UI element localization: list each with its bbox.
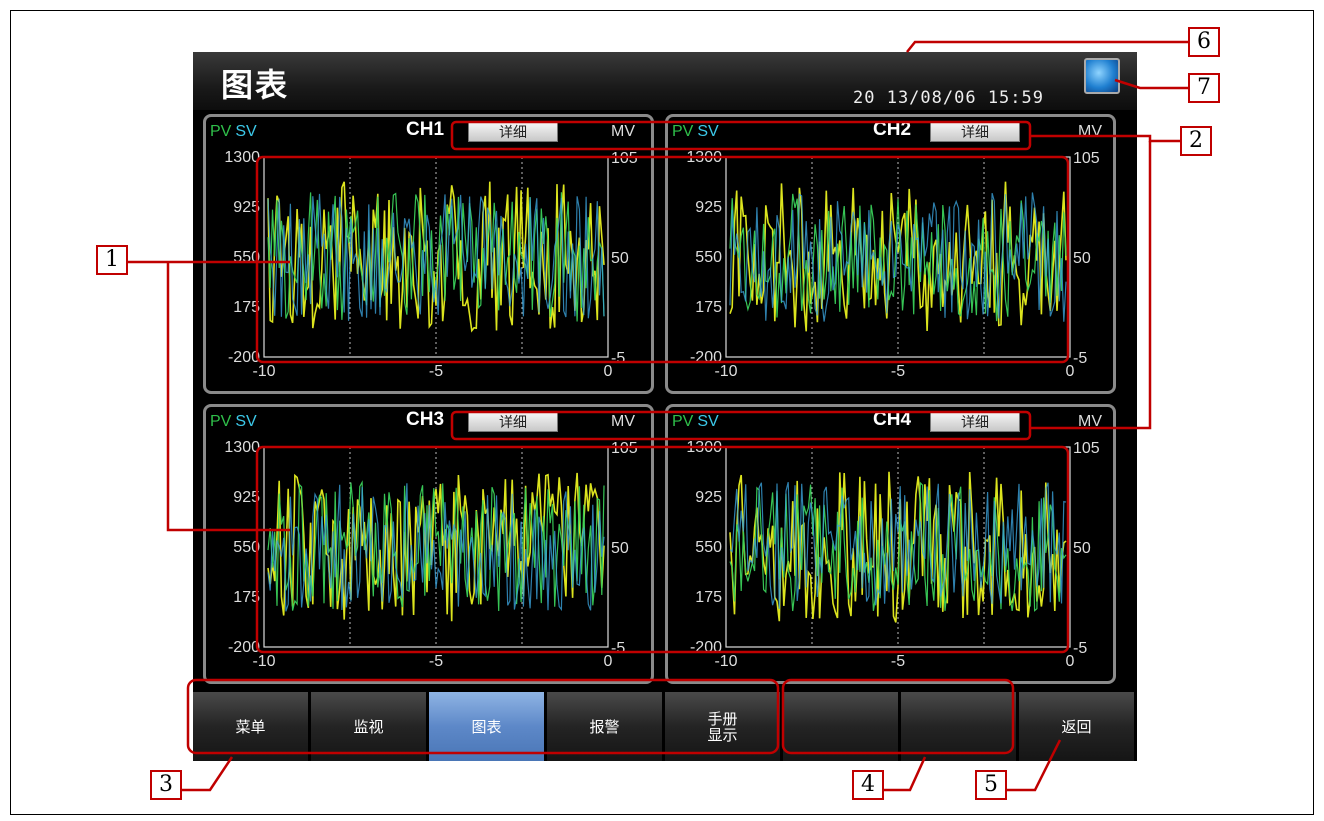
x-tick: -10: [252, 363, 275, 380]
pv-sv-legend: PV SV: [210, 123, 257, 141]
sv-label: SV: [235, 123, 257, 140]
trend-chart: 1300925550175-20010550-5-10 -5 0: [224, 149, 638, 380]
y-left-tick: 1300: [224, 149, 260, 166]
y-left-tick: 175: [233, 299, 260, 316]
sv-label: SV: [235, 413, 257, 430]
x-tick: 0: [604, 363, 613, 380]
mv-label: MV: [611, 123, 635, 140]
menu-button[interactable]: 菜单: [193, 692, 309, 761]
y-right-tick: -5: [1073, 640, 1087, 657]
channel-label: CH4: [873, 409, 912, 430]
y-right-tick: 105: [1073, 150, 1100, 167]
trend-chart: 1300925550175-20010550-5-10 -5 0: [224, 439, 638, 670]
callout-7: 7: [1188, 73, 1220, 103]
callout-2: 2: [1180, 126, 1212, 156]
x-tick: -10: [714, 363, 737, 380]
detail-button[interactable]: 详细: [468, 122, 558, 142]
y-right-tick: 50: [1073, 250, 1091, 267]
trend-chart: 1300925550175-20010550-5-10 -5 0: [686, 149, 1100, 380]
x-tick: -5: [429, 653, 443, 670]
datetime-display: 20 13/08/06 15:59: [853, 88, 1044, 108]
y-left-tick: 550: [695, 249, 722, 266]
y-right-tick: 50: [611, 540, 629, 557]
mv-label: MV: [1078, 413, 1102, 430]
y-left-tick: 175: [233, 589, 260, 606]
trend-panel-1: 1300 925 550 175 -200 105 50 -5 -10 -5 0 PV SV CH1 详…: [203, 114, 654, 394]
callout-6: 6: [1188, 27, 1220, 57]
callout-5: 5: [975, 770, 1007, 800]
trend-panel-2: 1300 925 550 175 -200 105 50 -5 -10 -5 0 PV SV CH2 详…: [665, 114, 1116, 394]
y-left-tick: 1300: [686, 439, 722, 456]
pv-sv-legend: PV SV: [672, 413, 719, 431]
blank-button-2[interactable]: [901, 692, 1017, 761]
y-left-tick: 175: [695, 299, 722, 316]
callout-1: 1: [96, 245, 128, 275]
bottom-button-bar: 菜单 监视 图表 报警 手册 显示 返回: [193, 692, 1137, 761]
detail-button[interactable]: 详细: [930, 412, 1020, 432]
sv-label: SV: [697, 413, 719, 430]
pv-sv-legend: PV SV: [672, 123, 719, 141]
pv-label: PV: [672, 413, 694, 430]
y-left-tick: 925: [695, 489, 722, 506]
y-left-tick: 925: [233, 489, 260, 506]
trend-panel-3: 1300 925 550 175 -200 105 50 -5 -10 -5 0 PV SV CH3 详…: [203, 404, 654, 684]
callout-3: 3: [150, 770, 182, 800]
y-right-tick: 105: [1073, 440, 1100, 457]
x-tick: -5: [429, 363, 443, 380]
blank-button-1[interactable]: [783, 692, 899, 761]
monitor-button[interactable]: 监视: [311, 692, 427, 761]
channel-label: CH1: [406, 119, 445, 140]
callout-4: 4: [852, 770, 884, 800]
trend-panel-4: 1300 925 550 175 -200 105 50 -5 -10 -5 0 PV SV CH4 详…: [665, 404, 1116, 684]
y-right-tick: -5: [1073, 350, 1087, 367]
y-left-tick: 925: [233, 199, 260, 216]
pv-label: PV: [672, 123, 694, 140]
y-left-tick: 550: [695, 539, 722, 556]
y-right-tick: 105: [611, 440, 638, 457]
trend-chart: 1300925550175-20010550-5-10 -5 0: [686, 439, 1100, 670]
chart-button[interactable]: 图表: [429, 692, 545, 761]
y-left-tick: 175: [695, 589, 722, 606]
manual-display-button[interactable]: 手册 显示: [665, 692, 781, 761]
x-tick: 0: [604, 653, 613, 670]
x-tick: 0: [1066, 363, 1075, 380]
pv-sv-legend: PV SV: [210, 413, 257, 431]
y-right-tick: -5: [611, 640, 625, 657]
y-left-tick: 1300: [224, 439, 260, 456]
x-tick: -10: [714, 653, 737, 670]
pv-label: PV: [210, 413, 232, 430]
x-tick: -10: [252, 653, 275, 670]
detail-button[interactable]: 详细: [930, 122, 1020, 142]
y-right-tick: -5: [611, 350, 625, 367]
y-left-tick: 925: [695, 199, 722, 216]
alarm-button[interactable]: 报警: [547, 692, 663, 761]
pv-label: PV: [210, 123, 232, 140]
sv-label: SV: [697, 123, 719, 140]
return-button[interactable]: 返回: [1019, 692, 1135, 761]
page-title: 图表: [221, 66, 290, 104]
y-left-tick: 550: [233, 249, 260, 266]
mv-label: MV: [1078, 123, 1102, 140]
detail-button[interactable]: 详细: [468, 412, 558, 432]
globe-icon[interactable]: [1084, 58, 1120, 94]
channel-label: CH2: [873, 119, 912, 140]
hmi-screen: 图表 20 13/08/06 15:59 1300 925 550 175 -200 10…: [193, 52, 1137, 761]
channel-label: CH3: [406, 409, 445, 430]
y-right-tick: 105: [611, 150, 638, 167]
y-left-tick: 550: [233, 539, 260, 556]
y-right-tick: 50: [1073, 540, 1091, 557]
title-bar: 图表 20 13/08/06 15:59: [193, 52, 1137, 110]
x-tick: -5: [891, 653, 905, 670]
x-tick: 0: [1066, 653, 1075, 670]
y-right-tick: 50: [611, 250, 629, 267]
y-left-tick: 1300: [686, 149, 722, 166]
mv-label: MV: [611, 413, 635, 430]
x-tick: -5: [891, 363, 905, 380]
